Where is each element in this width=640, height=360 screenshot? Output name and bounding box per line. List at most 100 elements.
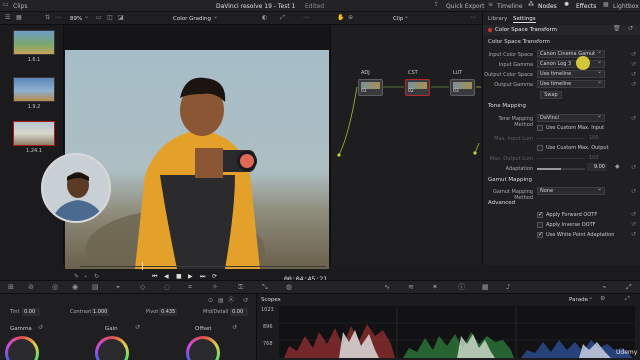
node-cst[interactable]: 02 [405,79,430,96]
timeline-icon[interactable]: ≡ [488,2,493,8]
reset-icon[interactable]: ↺ [631,115,636,122]
custom-max-input-checkbox[interactable] [537,125,543,131]
node-adj[interactable]: 01 [358,79,383,96]
tab-library[interactable]: Library [488,16,507,22]
highlight-icon[interactable]: ◪ [118,15,124,21]
reset-icon[interactable]: ↺ [631,71,636,78]
stereo-icon[interactable]: ◍ [286,284,292,291]
quick-export-button[interactable]: Quick Export [446,3,485,10]
wipe-icon[interactable]: ◐ [262,15,267,21]
lightbox-button[interactable]: Lightbox [613,3,639,10]
apply-inverse-ootf-checkbox[interactable] [537,222,543,228]
trash-icon[interactable]: 🗑 [613,26,621,32]
chevron-down-icon[interactable]: ⌄ [404,14,409,20]
offset-reset-icon[interactable]: ↺ [232,325,237,331]
tint-value[interactable]: 0.00 [22,308,40,316]
node-zoom-icon[interactable]: ⊕ [348,15,353,21]
bars-mode-icon[interactable]: ▤ [218,298,224,304]
clips-tab[interactable]: Clips [13,3,27,10]
color-match-icon[interactable]: ⊘ [28,284,34,291]
expand-icon[interactable]: ⤢ [280,15,285,21]
swap-button[interactable]: Swap [540,91,562,99]
middetail-value[interactable]: 0.00 [230,308,248,316]
scrubber-track[interactable] [80,266,326,267]
video-frame[interactable] [65,50,329,269]
section-advanced[interactable]: Advanced [483,198,640,209]
max-output-slider[interactable] [537,158,585,159]
reset-icon[interactable]: ↺ [631,231,636,238]
gain-reset-icon[interactable]: ↺ [135,325,140,331]
reset-all-icon[interactable]: ↺ [243,298,248,304]
key-icon[interactable]: ⚿ [238,284,243,291]
tone-method-dropdown[interactable]: DaVinci [537,114,605,122]
max-input-slider[interactable] [537,138,585,139]
eyedropper-icon[interactable]: ⌖ [116,284,120,291]
scope-expand-icon[interactable]: ⤢ [625,296,630,302]
keyframes-icon[interactable]: ✶ [432,284,438,291]
scope-type-dropdown[interactable]: Parade [569,297,588,303]
tracker-icon[interactable]: ⌗ [188,284,192,291]
hdr-icon[interactable]: ◉ [72,284,78,291]
reset-icon[interactable]: ↺ [631,164,636,171]
gamut-method-dropdown[interactable]: None [537,187,605,195]
section-gamut-mapping[interactable]: Gamut Mapping [483,175,640,186]
scope-settings-icon[interactable]: ⚙ [600,296,605,302]
clip-dropdown[interactable]: Clip [393,16,403,22]
info-icon[interactable]: ⓘ [458,284,465,291]
tab-settings[interactable]: Settings [513,16,536,23]
node-lut[interactable]: 03 [450,79,475,96]
grade-mode-dropdown[interactable]: Color Grading [173,16,211,22]
playhead[interactable] [142,262,143,270]
reset-icon[interactable]: ↺ [631,61,636,68]
scopes-icon[interactable]: ▦ [482,284,489,291]
window-icon[interactable]: ◌ [164,284,170,291]
qualifier-icon[interactable]: ◇ [140,284,145,291]
adaptation-value[interactable]: 9.00 [587,163,607,171]
output-gamma-dropdown[interactable]: Use timeline [537,80,605,88]
custom-max-output-checkbox[interactable] [537,145,543,151]
motion-effects-icon[interactable]: ≋ [408,284,414,291]
chevron-down-icon[interactable]: ⌄ [213,14,218,20]
clip-thumbnail[interactable]: 1.6.1 [13,30,55,63]
timeline-button[interactable]: Timeline [497,3,523,10]
max-output-value[interactable]: 100 [589,155,599,161]
reset-icon[interactable]: ↺ [631,188,636,195]
nodes-button[interactable]: Nodes [538,3,557,10]
reset-icon[interactable]: ↺ [631,221,636,228]
section-tone-mapping[interactable]: Tone Mapping [483,101,640,112]
contrast-value[interactable]: 1.000 [91,308,109,316]
grid-view-icon[interactable]: ▦ [16,15,22,21]
camera-raw-icon[interactable]: ⊞ [8,284,14,291]
output-color-space-dropdown[interactable]: Use timeline [537,70,605,78]
clips-panel-icon[interactable]: ▭ [3,2,9,8]
upload-icon[interactable]: ⇪ [434,2,439,8]
hand-icon[interactable]: ✋ [337,15,344,21]
white-point-adaptation-checkbox[interactable] [537,231,543,238]
effects-icon[interactable]: ✺ [564,2,569,8]
max-input-value[interactable]: 100 [589,135,599,141]
waveform-icon[interactable]: ⌁ [602,284,606,291]
adaptation-slider[interactable] [537,168,585,170]
reset-icon[interactable]: ↺ [631,211,636,218]
gamma-reset-icon[interactable]: ↺ [38,325,43,331]
apply-forward-ootf-checkbox[interactable] [537,211,543,218]
chevron-down-icon[interactable]: ⌄ [588,295,593,301]
list-view-icon[interactable]: ☰ [5,15,10,21]
reset-icon[interactable]: ↺ [631,81,636,88]
node-more-icon[interactable]: ⋯ [470,15,476,21]
input-color-space-dropdown[interactable]: Canon Cinema Gamut [537,50,605,58]
chevron-down-icon[interactable]: ⌄ [83,273,88,279]
reset-icon[interactable]: ↺ [628,26,633,32]
audio-icon[interactable]: ♪ [506,284,510,291]
input-gamma-dropdown[interactable]: Canon Log 3 [537,60,605,68]
curves-icon[interactable]: ∿ [384,284,390,291]
reset-icon[interactable]: ↺ [631,51,636,58]
more-options-icon[interactable]: ⋯ [303,15,309,21]
viewer-layout-icon[interactable]: ▭ [96,15,102,21]
rgb-mixer-icon[interactable]: ▤ [92,284,99,291]
keyframe-icon[interactable]: ◆ [615,164,620,170]
more-icon[interactable]: ⋯ [55,15,61,21]
lightbox-icon[interactable]: ▦ [603,2,609,8]
color-wheels-icon[interactable]: ◎ [52,284,58,291]
chevron-down-icon[interactable]: ⌄ [84,14,89,20]
